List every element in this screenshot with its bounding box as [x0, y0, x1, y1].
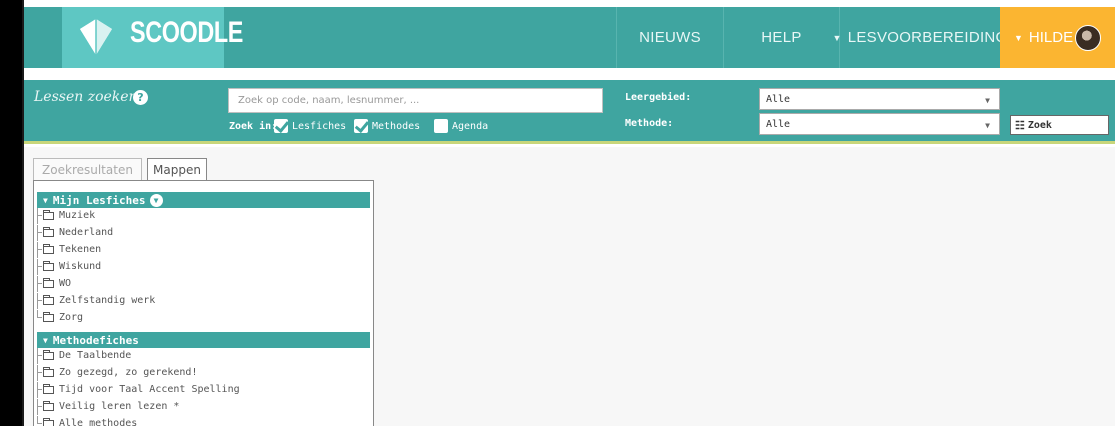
leergebied-label: Leergebied: — [625, 92, 692, 103]
folder-item[interactable]: Zelfstandig werk — [37, 292, 156, 309]
top-strip — [24, 0, 1115, 7]
checkbox-label-lesfiches: Lesfiches — [292, 121, 347, 132]
folder-icon — [43, 400, 54, 411]
folder-item[interactable]: Nederland — [37, 224, 114, 241]
folder-item[interactable]: Zo gezegd, zo gerekend! — [37, 364, 198, 381]
checkbox-agenda[interactable] — [434, 119, 448, 133]
section-methodefiches[interactable]: ▼ Methodefiches — [37, 332, 370, 348]
folder-item[interactable]: Wiskund — [37, 258, 102, 275]
folder-label: Veilig leren lezen * — [59, 401, 180, 412]
nav-item-nieuws[interactable]: NIEUWS — [617, 7, 723, 68]
folder-icon — [43, 277, 54, 288]
user-name: HILDE — [1028, 29, 1074, 46]
folder-item[interactable]: De Taalbende — [37, 347, 132, 364]
folder-label: Zelfstandig werk — [59, 295, 156, 306]
folder-icon — [43, 260, 54, 271]
caret-down-icon: ▼ — [43, 195, 48, 205]
checkbox-methodes[interactable] — [354, 119, 368, 133]
folder-label: Muziek — [59, 210, 96, 221]
leergebied-select[interactable]: Alle ▼ — [759, 88, 1000, 110]
folder-item[interactable]: Zorg — [37, 310, 83, 325]
tree-connector — [37, 258, 42, 275]
methode-label: Methode: — [625, 118, 674, 129]
tree-connector — [37, 416, 42, 424]
tree-connector — [37, 292, 42, 309]
chevron-down-icon: ▼ — [985, 121, 990, 130]
avatar[interactable] — [1075, 25, 1101, 51]
folder-item[interactable]: WO — [37, 275, 72, 292]
scoodle-logo-icon — [80, 19, 112, 55]
logo-text: SCOODLE — [130, 16, 243, 49]
tree-connector — [37, 398, 42, 415]
folder-label: De Taalbende — [59, 350, 132, 361]
nav-item-help[interactable]: HELP — [724, 7, 839, 68]
tree-connector — [37, 364, 42, 381]
folder-label: Tijd voor Taal Accent Spelling — [59, 384, 240, 395]
nav-item-label: LESVOORBEREIDING — [847, 29, 1008, 46]
header-gap — [24, 68, 1115, 80]
tree-connector — [37, 310, 42, 318]
folders-panel: ▼ Mijn Lesfiches ▼ Muziek Nederland Teke… — [33, 180, 374, 426]
folder-icon — [43, 294, 54, 305]
chevron-down-icon: ▼ — [832, 32, 842, 43]
folder-icon — [43, 417, 54, 426]
caret-down-icon: ▼ — [43, 335, 48, 345]
tree-connector — [37, 241, 42, 258]
section-title: Mijn Lesfiches — [52, 193, 146, 207]
zoek-button[interactable]: ☷ Zoek — [1010, 115, 1109, 135]
section-title: Methodefiches — [52, 333, 139, 347]
main-content: Zoekresultaten Mappen ▼ Mijn Lesfiches ▼… — [24, 147, 1115, 426]
folder-item[interactable]: Alle methodes — [37, 416, 137, 426]
methode-value: Alle — [766, 118, 791, 130]
tree-connector — [37, 381, 42, 398]
folder-icon — [43, 209, 54, 220]
folder-icon — [43, 366, 54, 377]
help-icon[interactable]: ? — [133, 90, 148, 105]
zoek-in-label: Zoek in: — [229, 121, 278, 132]
methode-select[interactable]: Alle ▼ — [759, 113, 1000, 135]
folder-icon — [43, 243, 54, 254]
logo[interactable]: SCOODLE — [62, 7, 243, 68]
tab-zoekresultaten[interactable]: Zoekresultaten — [33, 158, 142, 180]
folder-label: WO — [59, 278, 72, 289]
chevron-down-icon: ▼ — [985, 96, 990, 105]
chevron-down-circle-icon[interactable]: ▼ — [149, 193, 163, 207]
folder-label: Zorg — [59, 312, 84, 323]
checkbox-label-agenda: Agenda — [452, 121, 489, 132]
leergebied-value: Alle — [766, 93, 791, 105]
checkbox-lesfiches[interactable] — [274, 119, 288, 133]
folder-label: Alle methodes — [59, 418, 138, 426]
folder-label: Wiskund — [59, 261, 102, 272]
folder-item[interactable]: Tekenen — [37, 241, 102, 258]
tree-connector — [37, 224, 42, 241]
folder-item[interactable]: Muziek — [37, 207, 96, 224]
search-bar: Lessen zoeken ? Zoek in: Lesfiches Metho… — [24, 80, 1115, 144]
search-list-icon: ☷ — [1015, 118, 1025, 132]
folder-icon — [43, 226, 54, 237]
app-window: SCOODLE NIEUWS HELP ▼ LESVOORBEREIDING ▼… — [0, 0, 1115, 426]
folder-label: Zo gezegd, zo gerekend! — [59, 367, 198, 378]
folder-icon — [43, 383, 54, 394]
search-input[interactable] — [228, 88, 603, 113]
chevron-down-icon: ▼ — [1014, 32, 1023, 43]
nav-item-lesvoorbereiding[interactable]: ▼ LESVOORBEREIDING — [832, 7, 1007, 68]
tree-connector — [37, 207, 42, 224]
checkbox-label-methodes: Methodes — [372, 121, 421, 132]
left-border — [0, 0, 22, 426]
top-navigation: SCOODLE NIEUWS HELP ▼ LESVOORBEREIDING ▼… — [24, 7, 1115, 68]
tab-mappen[interactable]: Mappen — [147, 158, 207, 181]
folder-icon — [43, 349, 54, 360]
tree-connector — [37, 275, 42, 292]
section-mijn-lesfiches[interactable]: ▼ Mijn Lesfiches ▼ — [37, 192, 370, 208]
tree-connector — [37, 347, 42, 364]
folder-label: Tekenen — [59, 244, 102, 255]
folder-icon — [43, 311, 54, 322]
folder-label: Nederland — [59, 227, 114, 238]
user-menu[interactable]: ▼ HILDE — [1000, 7, 1115, 68]
folder-item[interactable]: Tijd voor Taal Accent Spelling — [37, 381, 240, 398]
zoek-button-label: Zoek — [1027, 119, 1052, 131]
search-title: Lessen zoeken — [34, 89, 138, 105]
folder-item[interactable]: Veilig leren lezen * — [37, 398, 180, 415]
